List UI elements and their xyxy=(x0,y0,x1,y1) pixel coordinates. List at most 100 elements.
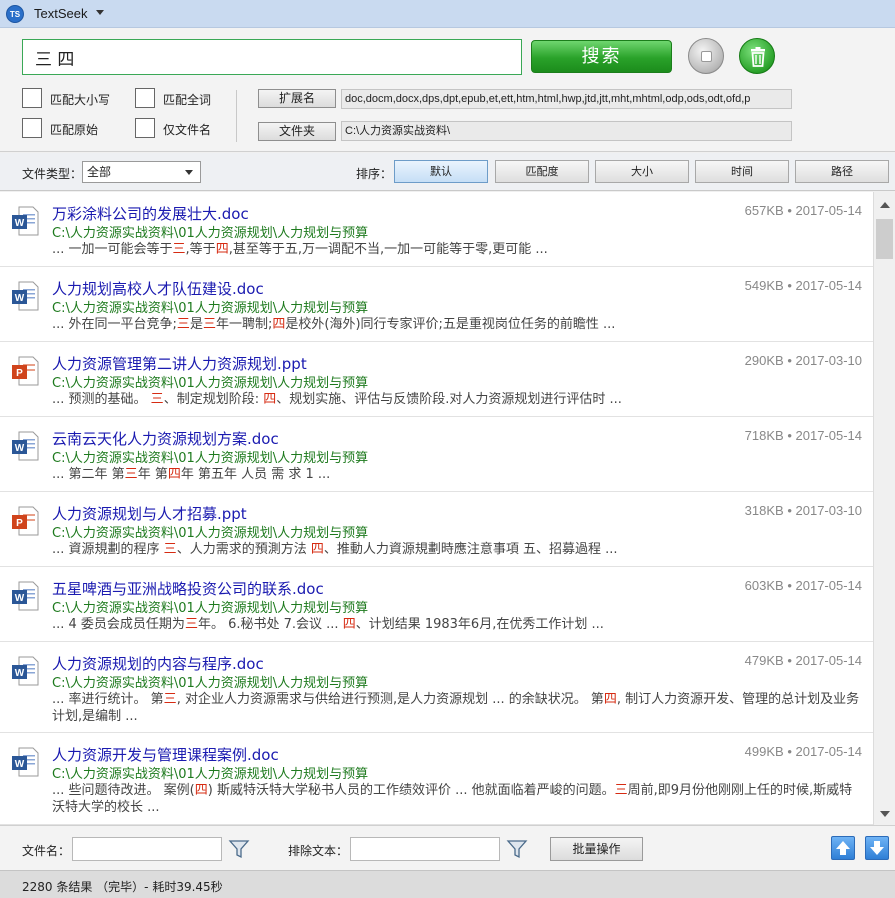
result-snippet: ... 外在同一平台竞争;三是三年一聘制;四是校外(海外)同行专家评价;五是重视… xyxy=(52,316,864,333)
result-path[interactable]: C:\人力资源实战资料\01人力资源规划\人力规划与预算 xyxy=(52,222,368,241)
result-item[interactable]: W 云南云天化人力资源规划方案.doc 718KB • 2017-05-14 C:\人… xyxy=(0,417,873,492)
result-title-link[interactable]: 云南云天化人力资源规划方案.doc xyxy=(52,428,279,449)
result-meta: 549KB • 2017-05-14 xyxy=(745,278,862,293)
result-path[interactable]: C:\人力资源实战资料\01人力资源规划\人力规划与预算 xyxy=(52,372,368,391)
filename-filter-label: 文件名： xyxy=(22,844,71,858)
result-path[interactable]: C:\人力资源实战资料\01人力资源规划\人力规划与预算 xyxy=(52,447,368,466)
results-scrollbar[interactable] xyxy=(873,192,895,825)
result-path[interactable]: C:\人力资源实战资料\01人力资源规划\人力规划与预算 xyxy=(52,672,368,691)
file-type-select[interactable]: 全部 xyxy=(82,161,201,183)
result-item[interactable]: W 人力规划高校人才队伍建设.doc 549KB • 2017-05-14 C:\人力… xyxy=(0,267,873,342)
funnel-icon[interactable] xyxy=(506,838,528,860)
match-case-checkbox[interactable] xyxy=(22,88,42,108)
sort-path-button[interactable]: 路径 xyxy=(795,160,889,183)
result-item[interactable]: W 人力资源开发与管理课程案例.doc 499KB • 2017-05-14 C:\人… xyxy=(0,733,873,825)
result-item[interactable]: W 五星啤酒与亚洲战略投资公司的联系.doc 603KB • 2017-05-14 C… xyxy=(0,567,873,642)
snippet-text: ... 些问题待改进。 案例( xyxy=(52,783,195,798)
chevron-down-icon[interactable] xyxy=(96,10,104,15)
result-title-link[interactable]: 人力资源规划与人才招募.ppt xyxy=(52,503,247,524)
result-snippet: ... 率进行统计。 第三, 对企业人力资源需求与供给进行预测,是人力资源规划 … xyxy=(52,691,864,725)
svg-text:W: W xyxy=(15,593,25,604)
search-button[interactable]: 搜索 xyxy=(531,40,672,73)
result-date: 2017-05-14 xyxy=(795,578,863,593)
match-original-checkbox[interactable] xyxy=(22,118,42,138)
match-whole-word-checkbox[interactable] xyxy=(135,88,155,108)
result-path[interactable]: C:\人力资源实战资料\01人力资源规划\人力规划与预算 xyxy=(52,522,368,541)
app-title[interactable]: TextSeek xyxy=(34,6,87,21)
result-date: 2017-05-14 xyxy=(795,744,863,759)
scroll-up-icon[interactable] xyxy=(880,202,890,208)
snippet-highlight: 三 xyxy=(172,242,186,257)
result-item[interactable]: P 人力资源管理第二讲人力资源规划.ppt 290KB • 2017-03-10 C:… xyxy=(0,342,873,417)
folder-field[interactable]: C:\人力资源实战资料\ xyxy=(341,121,792,141)
previous-result-button[interactable] xyxy=(831,836,855,860)
sort-label: 排序： xyxy=(356,167,393,181)
meta-separator: • xyxy=(783,353,796,368)
file-type-label: 文件类型： xyxy=(22,167,83,181)
snippet-text: 是 xyxy=(189,317,203,332)
result-snippet: ... 预测的基础。 三、制定规划阶段: 四、规划实施、评估与反馈阶段.对人力资… xyxy=(52,391,864,408)
result-title-link[interactable]: 人力资源管理第二讲人力资源规划.ppt xyxy=(52,353,307,374)
result-snippet: ... 一加一可能会等于三,等于四,甚至等于五,万一调配不当,一加一可能等于零,… xyxy=(52,241,864,258)
svg-text:P: P xyxy=(16,368,23,379)
snippet-text: 、制定规划阶段: xyxy=(163,392,264,407)
app-logo-icon: TS xyxy=(6,5,24,23)
snippet-highlight: 三 xyxy=(163,542,177,557)
extensions-field[interactable]: doc,docm,docx,dps,dpt,epub,et,ett,htm,ht… xyxy=(341,89,792,109)
word-doc-icon: W xyxy=(12,431,39,461)
result-title-link[interactable]: 五星啤酒与亚洲战略投资公司的联系.doc xyxy=(52,578,324,599)
powerpoint-icon: P xyxy=(12,506,39,536)
result-path[interactable]: C:\人力资源实战资料\01人力资源规划\人力规划与预算 xyxy=(52,597,368,616)
svg-text:W: W xyxy=(15,218,25,229)
exclude-text-input[interactable] xyxy=(350,837,500,861)
batch-operation-button[interactable]: 批量操作 xyxy=(550,837,643,861)
powerpoint-icon: P xyxy=(12,356,39,386)
meta-separator: • xyxy=(783,744,796,759)
status-bar: 2280 条结果 （完毕）- 耗时39.45秒 xyxy=(0,870,895,898)
svg-text:P: P xyxy=(16,518,23,529)
svg-text:W: W xyxy=(15,759,25,770)
result-title-link[interactable]: 人力规划高校人才队伍建设.doc xyxy=(52,278,264,299)
title-bar: TS TextSeek xyxy=(0,0,895,28)
extensions-button[interactable]: 扩展名 xyxy=(258,89,336,108)
result-meta: 657KB • 2017-05-14 xyxy=(745,203,862,218)
result-title-link[interactable]: 人力资源开发与管理课程案例.doc xyxy=(52,744,279,765)
sort-default-button[interactable]: 默认 xyxy=(394,160,488,183)
result-title-link[interactable]: 万彩涂料公司的发展壮大.doc xyxy=(52,203,249,224)
snippet-highlight: 四 xyxy=(272,317,286,332)
snippet-highlight: 三 xyxy=(150,392,164,407)
result-meta: 290KB • 2017-03-10 xyxy=(745,353,862,368)
sort-time-button[interactable]: 时间 xyxy=(695,160,789,183)
result-snippet: ... 資源規劃的程序 三、人力需求的預測方法 四、推動人力資源規劃時應注意事項… xyxy=(52,541,864,558)
result-size: 290KB xyxy=(744,353,784,368)
clear-results-button[interactable] xyxy=(739,38,775,74)
next-result-button[interactable] xyxy=(865,836,889,860)
filename-only-checkbox[interactable] xyxy=(135,118,155,138)
search-input[interactable] xyxy=(22,39,522,75)
sort-relevance-button[interactable]: 匹配度 xyxy=(495,160,589,183)
scroll-down-icon[interactable] xyxy=(880,811,890,817)
scrollbar-thumb[interactable] xyxy=(876,219,893,259)
result-path[interactable]: C:\人力资源实战资料\01人力资源规划\人力规划与预算 xyxy=(52,297,368,316)
result-meta: 318KB • 2017-03-10 xyxy=(745,503,862,518)
exclude-text-label: 排除文本： xyxy=(288,844,349,858)
results-list[interactable]: W 万彩涂料公司的发展壮大.doc 657KB • 2017-05-14 C:\人力资… xyxy=(0,192,873,825)
svg-text:W: W xyxy=(15,668,25,679)
result-title-link[interactable]: 人力资源规划的内容与程序.doc xyxy=(52,653,264,674)
result-snippet: ... 4 委员会成员任期为三年。 6.秘书处 7.会议 ... 四、计划结果 … xyxy=(52,616,864,633)
result-item[interactable]: P 人力资源规划与人才招募.ppt 318KB • 2017-03-10 C:\人力资… xyxy=(0,492,873,567)
result-path[interactable]: C:\人力资源实战资料\01人力资源规划\人力规划与预算 xyxy=(52,763,368,782)
result-item[interactable]: W 人力资源规划的内容与程序.doc 479KB • 2017-05-14 C:\人力… xyxy=(0,642,873,733)
match-whole-word-label: 匹配全词 xyxy=(163,93,212,107)
folder-button[interactable]: 文件夹 xyxy=(258,122,336,141)
result-date: 2017-03-10 xyxy=(795,353,863,368)
search-panel: 搜索 匹配大小写 匹配全词 匹配原始 仅文件名 扩展名 doc,docm,doc… xyxy=(0,28,895,152)
snippet-highlight: 四 xyxy=(310,542,324,557)
stop-button[interactable] xyxy=(688,38,724,74)
funnel-icon[interactable] xyxy=(228,838,250,860)
sort-size-button[interactable]: 大小 xyxy=(595,160,689,183)
filename-filter-input[interactable] xyxy=(72,837,222,861)
result-meta: 479KB • 2017-05-14 xyxy=(745,653,862,668)
arrow-down-icon xyxy=(870,841,884,855)
result-item[interactable]: W 万彩涂料公司的发展壮大.doc 657KB • 2017-05-14 C:\人力资… xyxy=(0,192,873,267)
